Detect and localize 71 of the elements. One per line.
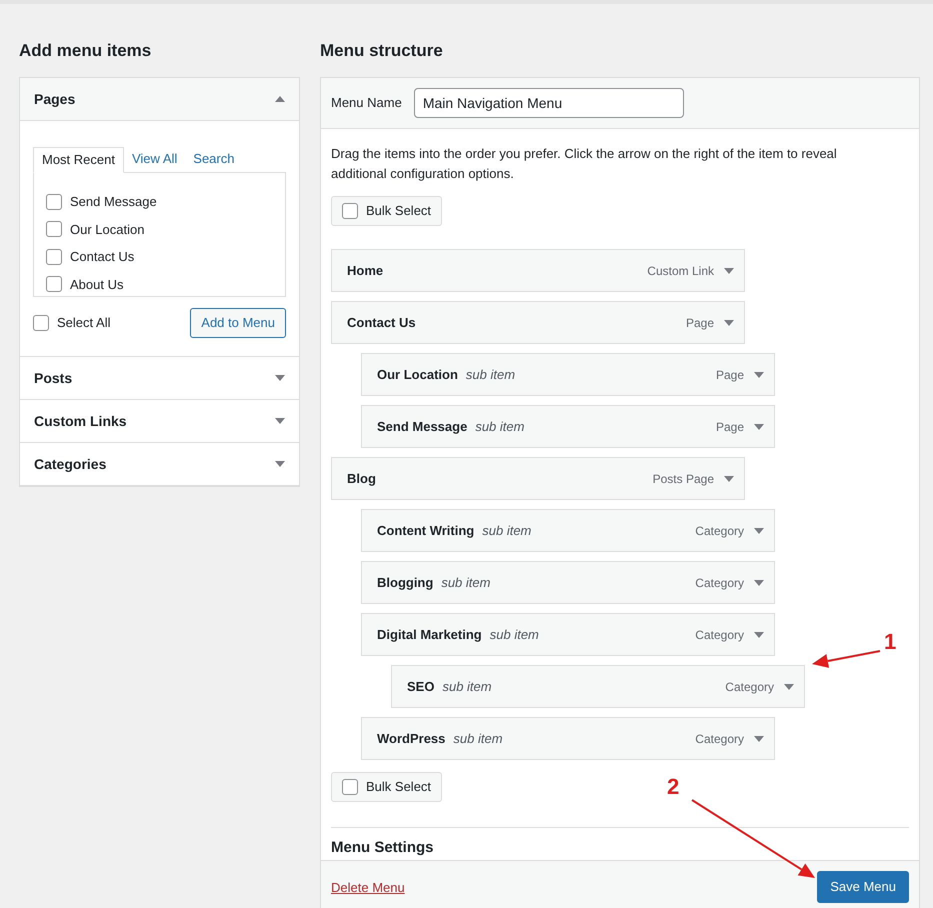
sub-item-label: sub item [490, 626, 539, 644]
item-type-label: Category [725, 678, 774, 696]
expand-arrow-icon[interactable] [724, 476, 734, 482]
item-type-label: Category [695, 730, 744, 748]
expand-arrow-icon[interactable] [275, 418, 285, 424]
checkbox[interactable] [33, 315, 49, 331]
checkbox-label: Our Location [70, 220, 144, 238]
annotation-number: 2 [667, 776, 680, 798]
checkbox[interactable] [342, 203, 358, 219]
menu-item[interactable]: Content Writing sub item Category [361, 509, 775, 552]
checkbox[interactable] [46, 194, 62, 210]
item-type-label: Page [686, 314, 714, 332]
item-type-label: Posts Page [652, 470, 714, 488]
expand-arrow-icon[interactable] [754, 736, 764, 742]
menu-item[interactable]: Digital Marketing sub item Category [361, 613, 775, 656]
sub-item-label: sub item [482, 522, 532, 540]
item-type-label: Category [695, 574, 744, 592]
section-heading: Menu structure [320, 40, 444, 62]
expand-arrow-icon[interactable] [754, 528, 764, 534]
sub-item-label: sub item [466, 366, 516, 384]
menu-item[interactable]: Home Custom Link [331, 249, 745, 292]
checkbox[interactable] [46, 221, 62, 238]
expand-arrow-icon[interactable] [724, 320, 734, 326]
expand-arrow-icon[interactable] [275, 375, 285, 381]
section-heading: Add menu items [19, 40, 152, 62]
field-label: Menu Name [331, 94, 402, 112]
expand-arrow-icon[interactable] [784, 684, 794, 690]
sub-item-label: sub item [475, 418, 524, 436]
sub-item-label: sub item [441, 574, 490, 592]
tab[interactable]: Search [185, 146, 242, 172]
bulk-select-button[interactable]: Bulk Select [331, 196, 442, 226]
menu-item[interactable]: Contact Us Page [331, 301, 745, 344]
checkbox-label: Send Message [70, 193, 157, 211]
item-type-label: Custom Link [647, 262, 714, 280]
menu-item[interactable]: Send Message sub item Page [361, 405, 775, 448]
save-menu-button[interactable]: Save Menu [817, 871, 909, 903]
checkbox[interactable] [46, 248, 62, 265]
menu-item[interactable]: SEO sub item Category [391, 665, 805, 708]
expand-arrow-icon[interactable] [754, 580, 764, 586]
add-to-menu-button[interactable]: Add to Menu [190, 308, 286, 338]
checkbox[interactable] [342, 779, 358, 795]
bulk-select-button[interactable]: Bulk Select [331, 772, 442, 802]
menu-item[interactable]: Our Location sub item Page [361, 353, 775, 396]
menu-item[interactable]: Blog Posts Page [331, 457, 745, 500]
expand-arrow-icon[interactable] [754, 424, 764, 430]
annotation-arrow [812, 650, 880, 668]
tab[interactable]: View All [124, 146, 186, 172]
accordion-header[interactable]: Pages [20, 78, 299, 121]
item-type-label: Page [716, 418, 744, 436]
expand-arrow-icon[interactable] [275, 461, 285, 467]
settings-heading: Menu Settings [331, 838, 435, 858]
checkbox-label: Select All [57, 314, 110, 332]
menu-name-field[interactable]: Main Navigation Menu [414, 88, 684, 118]
sub-item-label: sub item [453, 730, 503, 748]
instructions-text: Drag the items into the order you prefer. Click the arrow on the right of the item to reveal additional configuration options. [331, 145, 838, 183]
annotation-number: 1 [884, 631, 896, 653]
checkbox-label: About Us [70, 276, 124, 294]
checkbox-label: Contact Us [70, 248, 134, 266]
tab[interactable]: Most Recent [33, 147, 124, 173]
expand-arrow-icon[interactable] [724, 268, 734, 274]
sub-item-label: sub item [442, 678, 492, 696]
item-type-label: Page [716, 366, 744, 384]
expand-arrow-icon[interactable] [754, 372, 764, 378]
collapse-arrow-icon[interactable] [275, 96, 285, 102]
item-type-label: Category [695, 522, 744, 540]
menu-item[interactable]: Blogging sub item Category [361, 561, 775, 604]
item-type-label: Category [695, 626, 744, 644]
delete-menu-link[interactable]: Delete Menu [331, 878, 405, 898]
checkbox[interactable] [46, 276, 62, 292]
menu-item[interactable]: WordPress sub item Category [361, 717, 775, 760]
expand-arrow-icon[interactable] [754, 632, 764, 638]
